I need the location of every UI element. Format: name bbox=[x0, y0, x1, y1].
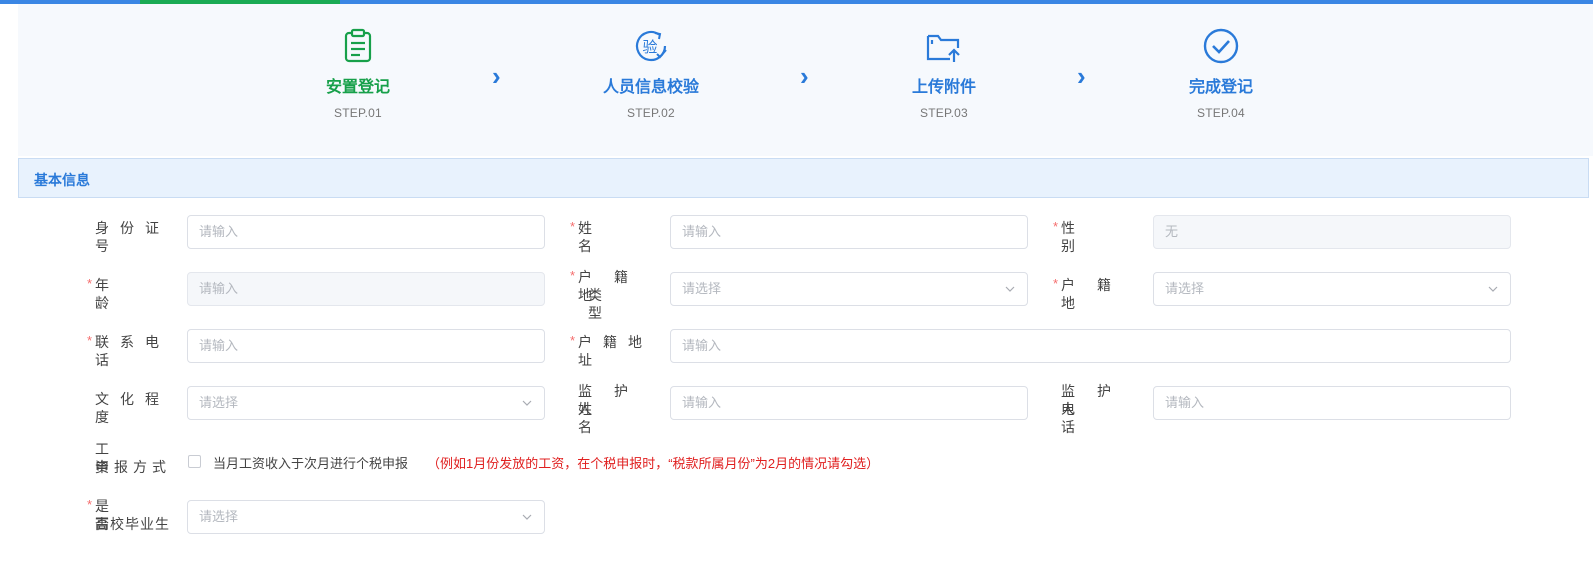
education-select[interactable]: 请选择 bbox=[187, 386, 545, 420]
label-line-1: 户籍地 bbox=[578, 269, 650, 303]
label-line-1: 监护人 bbox=[578, 383, 650, 417]
step-2-title: 人员信息校验 bbox=[602, 79, 699, 96]
chevron-right-icon: › bbox=[800, 61, 809, 91]
section-header-basic-info: 基本信息 bbox=[18, 158, 1589, 198]
step-3[interactable]: 上传附件 STEP.03 bbox=[844, 26, 1044, 120]
household-type-select[interactable]: 请选择 bbox=[670, 272, 1028, 306]
required-mark: * bbox=[87, 333, 93, 348]
label-line-1: 是否 bbox=[95, 498, 161, 532]
label-line-2: 类型 bbox=[588, 287, 654, 321]
step-2[interactable]: 验 人员信息校验 STEP.02 bbox=[551, 26, 751, 120]
label-line-2: 姓名 bbox=[578, 401, 644, 435]
label-guardian-phone: 监护人 电话 bbox=[1061, 382, 1141, 435]
chevron-right-icon: › bbox=[492, 61, 501, 91]
step-1-sub: STEP.01 bbox=[334, 106, 382, 120]
label-phone: * 联系电话 bbox=[87, 333, 175, 368]
chevron-right-icon: › bbox=[1077, 61, 1086, 91]
phone-input[interactable]: 请输入 bbox=[187, 329, 545, 363]
label-text: 文化程度 bbox=[95, 391, 170, 425]
verify-icon: 验 bbox=[635, 30, 667, 62]
required-mark: * bbox=[570, 268, 576, 283]
label-household-type: * 户籍地 类型 bbox=[570, 268, 658, 321]
label-name: * 姓名 bbox=[570, 219, 658, 254]
label-text: 身份证号 bbox=[95, 220, 170, 254]
step-4-sub: STEP.04 bbox=[1197, 106, 1245, 120]
label-education: 文化程度 bbox=[95, 390, 175, 425]
step-2-sub: STEP.02 bbox=[627, 106, 675, 120]
label-gender: * 性别 bbox=[1053, 219, 1141, 254]
label-line-1: 工资 bbox=[95, 441, 161, 475]
select-placeholder: 请选择 bbox=[199, 509, 239, 524]
svg-text:验: 验 bbox=[642, 38, 657, 56]
label-household-address: * 户籍地址 bbox=[570, 333, 658, 368]
select-placeholder: 请选择 bbox=[682, 281, 722, 296]
graduate-select[interactable]: 请选择 bbox=[187, 500, 545, 534]
label-text: 年龄 bbox=[95, 277, 175, 311]
name-input[interactable]: 请输入 bbox=[670, 215, 1028, 249]
chevron-down-icon bbox=[522, 400, 532, 406]
chevron-down-icon bbox=[522, 514, 532, 520]
step-1-title: 安置登记 bbox=[325, 79, 390, 96]
select-placeholder: 请选择 bbox=[1165, 281, 1205, 296]
label-salary-method: 工资 申报方式 bbox=[95, 440, 175, 476]
upload-folder-icon bbox=[926, 34, 960, 62]
step-4[interactable]: 完成登记 STEP.04 bbox=[1121, 26, 1321, 120]
required-mark: * bbox=[570, 333, 576, 348]
guardian-name-input[interactable]: 请输入 bbox=[670, 386, 1028, 420]
chevron-down-icon bbox=[1488, 286, 1498, 292]
section-title: 基本信息 bbox=[34, 172, 90, 188]
label-line-1: 监护人 bbox=[1061, 383, 1133, 417]
label-text: 联系电话 bbox=[95, 334, 170, 368]
label-graduate: * 是否 高校毕业生 bbox=[87, 497, 175, 533]
label-text: 性别 bbox=[1061, 220, 1141, 254]
select-placeholder: 请选择 bbox=[199, 395, 239, 410]
label-line-2: 申报方式 bbox=[95, 459, 171, 475]
required-mark: * bbox=[87, 497, 93, 512]
registration-page: 安置登记 STEP.01 › 验 人员信息校验 STEP.02 › 上传附件 S… bbox=[0, 0, 1593, 567]
label-guardian-name: 监护人 姓名 bbox=[578, 382, 658, 435]
salary-method-note: （例如1月份发放的工资，在个税申报时，“税款所属月份”为2月的情况请勾选） bbox=[427, 456, 880, 471]
required-mark: * bbox=[1053, 276, 1059, 291]
household-place-select[interactable]: 请选择 bbox=[1153, 272, 1511, 306]
chevron-down-icon bbox=[1005, 286, 1015, 292]
label-line-2: 高校毕业生 bbox=[95, 516, 170, 532]
salary-method-checkbox-label[interactable]: 当月工资收入于次月进行个税申报 bbox=[213, 453, 408, 472]
label-text: 户籍地址 bbox=[578, 334, 653, 368]
salary-method-checkbox[interactable] bbox=[188, 455, 201, 468]
required-mark: * bbox=[1053, 219, 1059, 234]
label-age: * 年龄 bbox=[87, 276, 175, 311]
step-3-sub: STEP.03 bbox=[920, 106, 968, 120]
check-circle-icon bbox=[1203, 28, 1239, 64]
steps-bar: 安置登记 STEP.01 › 验 人员信息校验 STEP.02 › 上传附件 S… bbox=[18, 4, 1593, 156]
clipboard-icon bbox=[344, 28, 372, 63]
required-mark: * bbox=[570, 219, 576, 234]
guardian-phone-input[interactable]: 请输入 bbox=[1153, 386, 1511, 420]
label-line-2: 电话 bbox=[1061, 401, 1127, 435]
label-household-place: * 户籍地 bbox=[1053, 276, 1141, 311]
gender-input: 无 bbox=[1153, 215, 1511, 249]
age-input: 请输入 bbox=[187, 272, 545, 306]
label-id-number: 身份证号 bbox=[95, 219, 175, 254]
household-address-input[interactable]: 请输入 bbox=[670, 329, 1511, 363]
id-number-input[interactable]: 请输入 bbox=[187, 215, 545, 249]
step-4-title: 完成登记 bbox=[1188, 79, 1253, 96]
step-3-title: 上传附件 bbox=[911, 79, 976, 96]
label-text: 户籍地 bbox=[1061, 277, 1133, 311]
required-mark: * bbox=[87, 276, 93, 291]
step-1[interactable]: 安置登记 STEP.01 bbox=[258, 26, 458, 120]
label-text: 姓名 bbox=[578, 220, 658, 254]
